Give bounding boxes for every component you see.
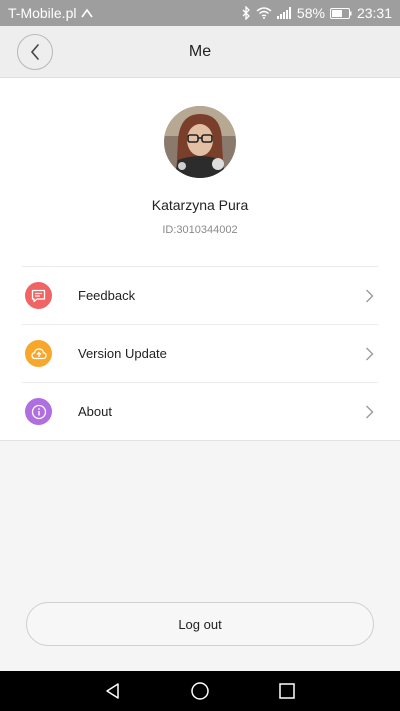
carrier-label: T-Mobile.pl [8,5,77,21]
cloud-upload-icon [25,340,52,367]
user-name: Katarzyna Pura [151,197,249,213]
signal-icon [276,7,291,19]
recents-square-icon [278,683,295,699]
page-title: Me [188,42,212,60]
menu-list: Feedback Version Update About [22,266,378,440]
avatar[interactable] [164,106,236,178]
bluetooth-icon [242,6,250,20]
menu-item-label: About [78,404,112,419]
info-icon [25,398,52,425]
chevron-right-icon [366,405,374,419]
menu-item-about[interactable]: About [22,382,378,440]
logout-button[interactable]: Log out [26,602,374,646]
top-bar: Me [0,26,400,78]
chevron-right-icon [366,289,374,303]
nav-home-button[interactable] [185,676,215,706]
status-bar: T-Mobile.pl 58% 23:31 [0,0,400,26]
back-triangle-icon [106,683,120,699]
menu-item-version-update[interactable]: Version Update [22,324,378,382]
back-button[interactable] [17,34,53,70]
chat-bubble-icon [25,282,52,309]
chevron-left-icon [30,44,39,60]
navigation-arrow-icon [81,8,94,18]
battery-percent: 58% [296,5,325,21]
clock: 23:31 [356,5,392,21]
chevron-right-icon [366,347,374,361]
wifi-icon [256,7,272,19]
profile-section: Katarzyna Pura ID:3010344002 Feedback Ve… [0,78,400,441]
nav-back-button[interactable] [98,676,128,706]
menu-item-label: Feedback [78,288,136,303]
home-circle-icon [191,682,209,700]
system-nav-bar [0,671,400,711]
menu-item-feedback[interactable]: Feedback [22,266,378,324]
avatar-photo [164,106,236,178]
user-id: ID:3010344002 [162,224,238,236]
nav-recents-button[interactable] [272,676,302,706]
battery-icon [329,7,352,19]
menu-item-label: Version Update [78,346,167,361]
